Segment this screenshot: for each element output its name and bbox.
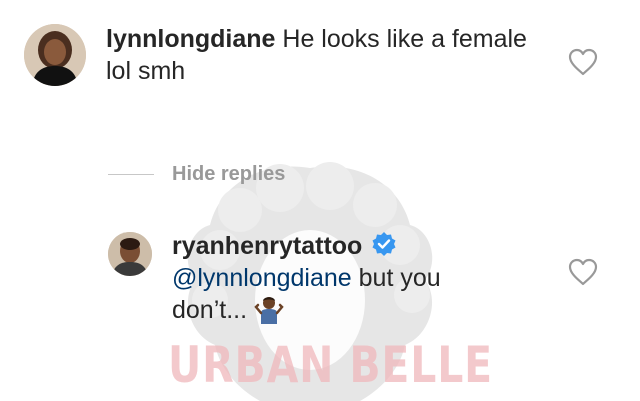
hide-replies-button[interactable]: Hide replies [108,161,285,187]
verified-badge-icon [372,232,396,256]
comment-lynnlongdiane: lynnlongdiane He looks like a female lol… [106,23,546,87]
hide-replies-label: Hide replies [172,162,286,185]
replies-divider-line [108,173,154,175]
avatar-lynnlongdiane[interactable] [24,24,86,86]
mention-link[interactable]: @lynnlongdiane [172,264,352,292]
like-heart-icon[interactable] [568,48,598,76]
like-heart-icon[interactable] [568,258,598,286]
avatar-photo [24,24,86,86]
comment-ryanhenrytattoo: ryanhenrytattoo @lynnlongdiane but you d… [172,230,492,326]
watermark-text: URBAN BELLE [168,336,493,394]
comment-username[interactable]: lynnlongdiane [106,25,275,53]
avatar-ryanhenrytattoo[interactable] [108,232,152,276]
comment-username[interactable]: ryanhenrytattoo [172,232,362,260]
avatar-photo [108,232,152,276]
person-shrugging-emoji [254,297,284,324]
